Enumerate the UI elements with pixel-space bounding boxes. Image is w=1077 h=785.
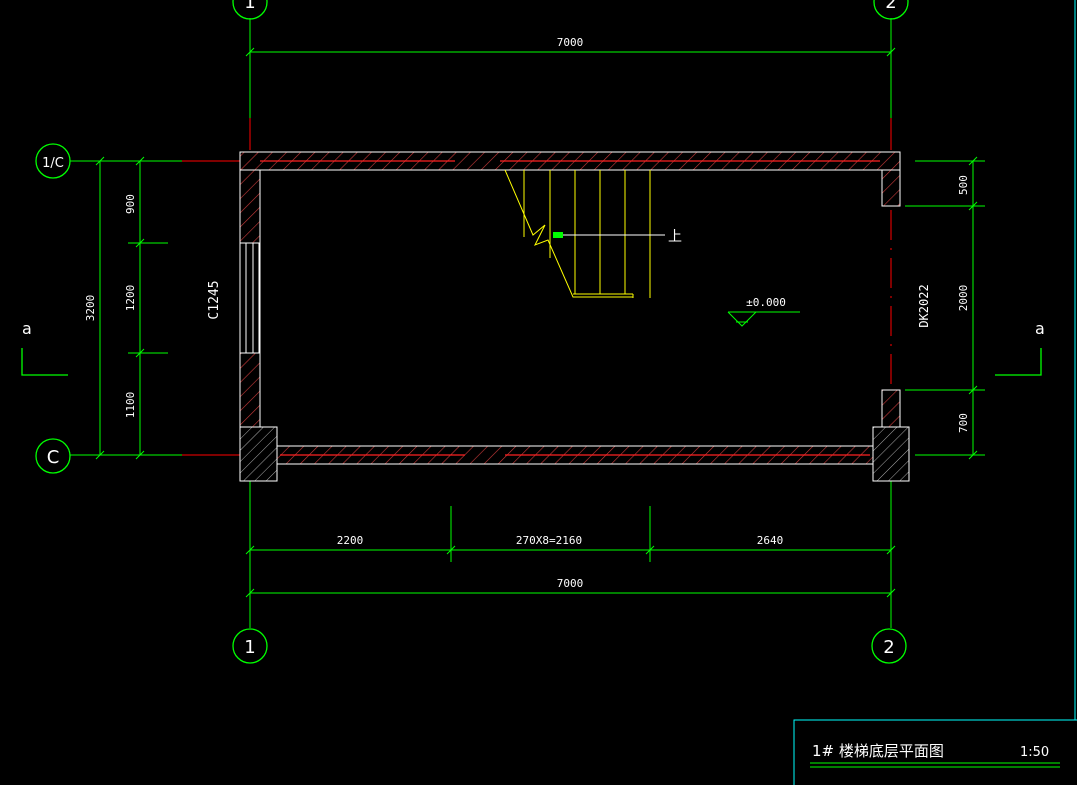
drawing-title: 1# 楼梯底层平面图 — [812, 742, 944, 760]
dimension-bottom-total: 7000 — [557, 577, 584, 590]
svg-text:C: C — [47, 447, 60, 468]
svg-text:1: 1 — [244, 637, 255, 658]
dimension-left-2: 1200 — [124, 285, 137, 312]
svg-text:2: 2 — [883, 637, 894, 658]
svg-text:1: 1 — [244, 0, 255, 13]
elevation-symbol — [727, 311, 800, 327]
svg-text:2: 2 — [885, 0, 896, 13]
section-mark-left — [21, 348, 68, 376]
floor-plan-drawing: 1 2 1 2 1/C C 7000 2200 270X8=2160 2640 … — [21, 0, 1077, 785]
axis-bubble-2-bottom: 2 — [871, 628, 907, 664]
dimension-top-label: 7000 — [557, 36, 584, 49]
dimension-right-1: 500 — [957, 175, 970, 195]
window-c1245 — [239, 242, 260, 354]
window-label: C1245 — [207, 280, 222, 319]
axis-bubble-1c: 1/C — [35, 143, 71, 179]
dimension-top — [245, 47, 896, 57]
drawing-scale: 1:50 — [1020, 745, 1049, 760]
dimension-left-total: 3200 — [84, 295, 97, 322]
stair-up-label: 上 — [668, 229, 682, 245]
section-right-label: a — [1035, 319, 1045, 338]
section-mark-right — [995, 348, 1042, 376]
axis-bubble-1-bottom: 1 — [232, 628, 268, 664]
axis-bubble-2-top: 2 — [873, 0, 909, 20]
dimension-right-2: 2000 — [957, 285, 970, 312]
svg-text:1/C: 1/C — [42, 156, 64, 171]
dimension-bottom-3: 2640 — [757, 534, 784, 547]
stair-arrow — [553, 232, 665, 238]
axis-bubble-1-top: 1 — [232, 0, 268, 20]
dimension-bottom-2: 270X8=2160 — [516, 534, 582, 547]
door-label: DK2022 — [917, 284, 931, 327]
dimension-left-3: 1100 — [124, 392, 137, 419]
axis-bubble-c: C — [35, 438, 71, 474]
stair — [504, 169, 651, 298]
dimension-right-3: 700 — [957, 413, 970, 433]
dimension-bottom-1: 2200 — [337, 534, 364, 547]
dimension-left-1: 900 — [124, 194, 137, 214]
section-left-label: a — [22, 319, 32, 338]
wall-axis-overlay — [260, 160, 880, 456]
elevation-label: ±0.000 — [746, 296, 786, 309]
